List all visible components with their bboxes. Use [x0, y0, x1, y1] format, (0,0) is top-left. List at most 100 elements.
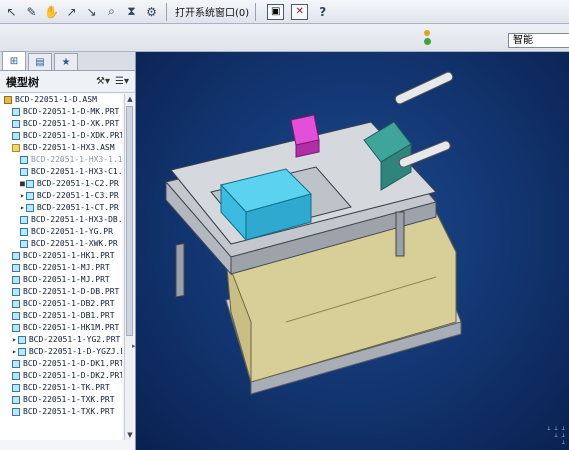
tree-row[interactable]: ▸ BCD-22051-1-C3.PR [0, 190, 122, 202]
part-icon [12, 132, 20, 140]
part-icon [12, 120, 20, 128]
part-icon [12, 396, 20, 404]
model-tree-title: 模型树 [6, 75, 39, 89]
assembly-icon [4, 96, 12, 104]
tree-row[interactable]: BCD-22051-1-D.ASM [0, 94, 122, 106]
selection-filter-select[interactable]: 智能 [508, 33, 569, 48]
tree-row-label: BCD-22051-1-D.ASM [15, 95, 97, 104]
favorites-tab[interactable]: ★ [54, 53, 78, 70]
tree-row[interactable]: ▸ BCD-22051-1-CT.PR [0, 202, 122, 214]
pointer-alt-icon[interactable]: ↘ [83, 3, 100, 21]
part-icon [12, 252, 20, 260]
tree-row[interactable]: BCD-22051-1-D-DK1.PRT [0, 358, 122, 370]
help-icon[interactable]: ? [314, 3, 331, 21]
tree-row-label: BCD-22051-1-CT.PR [36, 203, 119, 212]
part-icon [17, 348, 26, 356]
model-tree-tab[interactable]: ⊞ [2, 51, 26, 70]
tree-row-label: BCD-22051-1-MJ.PRT [23, 275, 110, 284]
tree-row[interactable]: BCD-22051-1-HX3-1.1 [0, 154, 122, 166]
part-icon [20, 168, 28, 176]
tree-header: 模型树 ⚒▾ ☰▾ [0, 71, 135, 93]
assembly-icon [12, 144, 20, 152]
mold-assembly-model [165, 71, 462, 395]
open-system-window-button[interactable]: 打开系统窗口(0) [175, 4, 249, 19]
part-icon [20, 216, 28, 224]
tree-columns-icon[interactable]: ☰▾ [115, 76, 129, 87]
tree-row[interactable]: BCD-22051-1-HX3-DB. [0, 214, 122, 226]
part-icon [12, 408, 20, 416]
scroll-thumb[interactable] [126, 106, 133, 336]
tree-row[interactable]: BCD-22051-1-HX3-C1. [0, 166, 122, 178]
tree-row-label: BCD-22051-1-DB1.PRT [23, 311, 115, 320]
tree-row[interactable]: BCD-22051-1-TK.PRT [0, 382, 122, 394]
tree-row[interactable]: ▸ BCD-22051-1-D-YGZJ.P [0, 346, 122, 358]
tree-row-label: BCD-22051-1-D-DK1.PRT [23, 359, 122, 368]
tree-row[interactable]: BCD-22051-1-HX3.ASM [0, 142, 122, 154]
pointer-icon[interactable]: ↗ [63, 3, 80, 21]
tree-row-label: BCD-22051-1-YG2.PRT [28, 335, 121, 344]
tree-row[interactable]: BCD-22051-1-D-XDK.PRT [0, 130, 122, 142]
search-icon[interactable]: ⌕ [103, 3, 120, 21]
part-icon [25, 204, 34, 212]
tree-row-label: BCD-22051-1-HK1.PRT [23, 251, 115, 260]
tree-row[interactable]: BCD-22051-1-HK1.PRT [0, 250, 122, 262]
tree-row[interactable]: ■ BCD-22051-1-C2.PR [0, 178, 122, 190]
tree-tools: ⚒▾ ☰▾ [91, 76, 129, 87]
tree-scrollbar[interactable]: ▲ ▼ [124, 94, 134, 440]
tree-settings-icon[interactable]: ⚒▾ [96, 76, 110, 87]
tree-row-label: BCD-22051-1-HX3-C1. [31, 167, 122, 176]
tree-row[interactable]: BCD-22051-1-D-MK.PRT [0, 106, 122, 118]
graphics-viewport[interactable]: ⟂ ⟂ ⟂ ⟂ ⟂ ⟂ [136, 52, 569, 450]
tree-row[interactable]: BCD-22051-1-DB2.PRT [0, 298, 122, 310]
tree-row[interactable]: ▸ BCD-22051-1-YG2.PRT [0, 334, 122, 346]
tree-row[interactable]: BCD-22051-1-MJ.PRT [0, 274, 122, 286]
tree-row[interactable]: BCD-22051-1-D-DB.PRT [0, 286, 122, 298]
scroll-down-icon[interactable]: ▼ [125, 430, 135, 440]
tree-row[interactable]: BCD-22051-1-D-XK.PRT [0, 118, 122, 130]
tree-row-label: BCD-22051-1-D-DK2.PRT [23, 371, 122, 380]
secondary-toolbar [0, 24, 569, 52]
tree-row[interactable]: BCD-22051-1-TXK.PRT [0, 406, 122, 418]
tree-row-label: BCD-22051-1-D-DB.PRT [23, 287, 120, 296]
status-mark-icon: ▸ [20, 191, 25, 200]
part-icon [20, 228, 28, 236]
tree-row[interactable]: BCD-22051-1-HK1M.PRT [0, 322, 122, 334]
tree-row[interactable]: BCD-22051-1-TXK.PRT [0, 394, 122, 406]
status-mark-icon: ▸ [20, 203, 25, 212]
tree-row[interactable]: BCD-22051-1-YG.PR [0, 226, 122, 238]
navigator-panel: ⊞ ▤ ★ 模型树 ⚒▾ ☰▾ BCD-22051-1-D.ASM BCD-220… [0, 51, 136, 450]
toolbar-divider [255, 2, 257, 21]
close-window-icon[interactable]: ✕ [291, 3, 309, 20]
part-icon [25, 192, 34, 200]
part-icon [17, 336, 26, 344]
status-mark-icon: ■ [20, 179, 25, 188]
scroll-up-icon[interactable]: ▲ [125, 94, 135, 104]
part-icon [25, 180, 34, 188]
settings-icon[interactable]: ⚙ [143, 3, 160, 21]
folder-tab[interactable]: ▤ [28, 53, 52, 70]
part-icon [12, 360, 20, 368]
part-icon [12, 372, 20, 380]
tree-row[interactable]: BCD-22051-1-DB1.PRT [0, 310, 122, 322]
part-icon [12, 264, 20, 272]
arrow-select-icon[interactable]: ↖ [3, 3, 20, 21]
part-icon [12, 288, 20, 296]
part-icon [12, 384, 20, 392]
edit-tool-icon[interactable]: ✎ [23, 3, 40, 21]
window-icon[interactable]: ▣ [267, 3, 285, 20]
tree-row-label: BCD-22051-1-XWK.PR [31, 239, 118, 248]
tree-row[interactable]: BCD-22051-1-D-DK2.PRT [0, 370, 122, 382]
tree-row-label: BCD-22051-1-HX3.ASM [23, 143, 115, 152]
part-icon [12, 108, 20, 116]
tree-row[interactable]: BCD-22051-1-MJ.PRT [0, 262, 122, 274]
tree-row-label: BCD-22051-1-YG.PR [31, 227, 113, 236]
tree-row-label: BCD-22051-1-C3.PR [36, 191, 119, 200]
tree-row-label: BCD-22051-1-MJ.PRT [23, 263, 110, 272]
tree-row-label: BCD-22051-1-TXK.PRT [23, 407, 115, 416]
query-icon[interactable]: ⧗ [123, 3, 140, 21]
tree-row-label: BCD-22051-1-D-YGZJ.P [28, 347, 122, 356]
status-mark-icon: ▸ [12, 347, 17, 356]
tree-row-label: BCD-22051-1-C2.PR [36, 179, 119, 188]
hand-icon[interactable]: ✋ [43, 3, 60, 21]
tree-row[interactable]: BCD-22051-1-XWK.PR [0, 238, 122, 250]
